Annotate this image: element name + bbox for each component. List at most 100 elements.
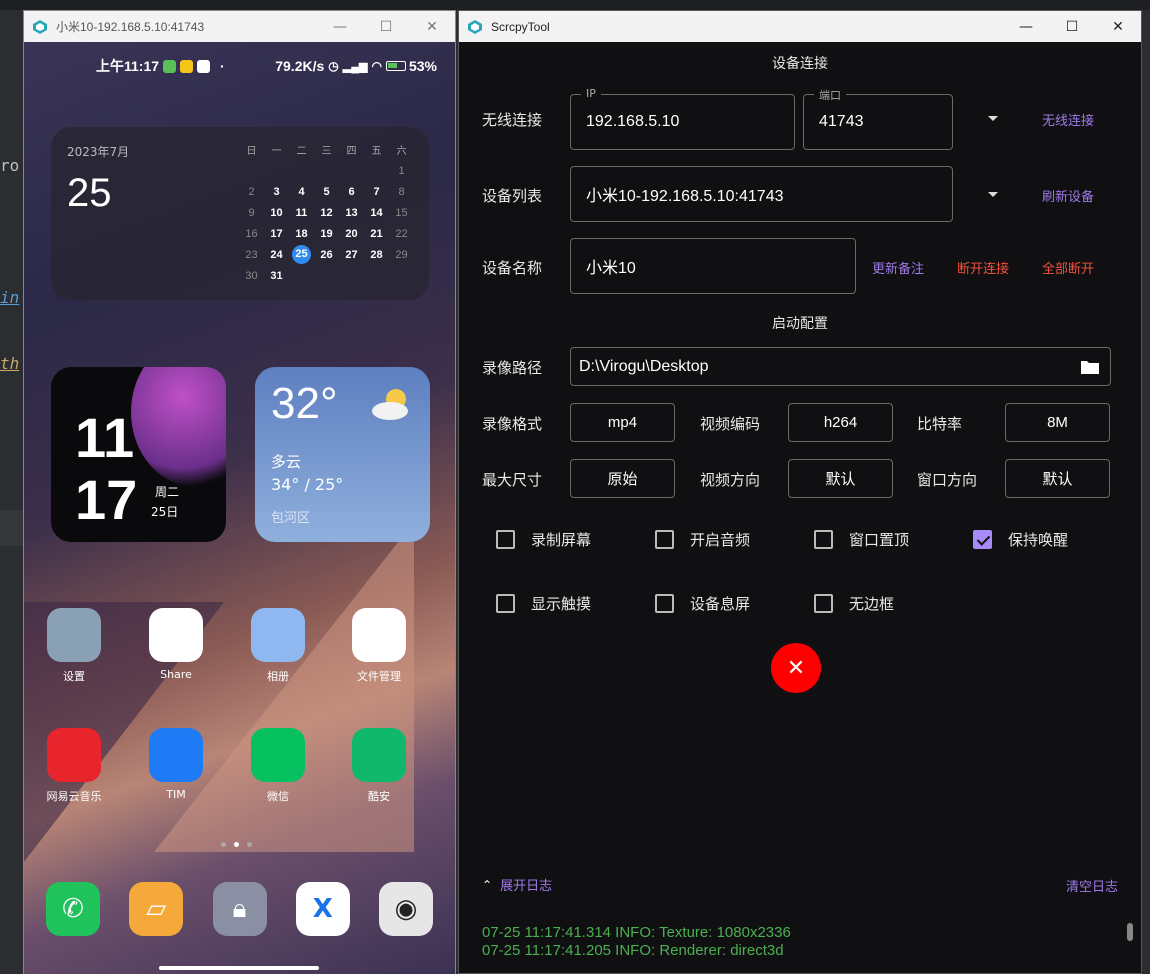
checkbox-icon[interactable]: [814, 530, 833, 549]
folder-icon[interactable]: [1080, 358, 1100, 375]
clock-date: 25日: [151, 505, 179, 519]
x-app-icon[interactable]: X: [295, 882, 350, 936]
ip-value: 192.168.5.10: [586, 113, 680, 130]
wifi-icon: ◠: [371, 59, 382, 73]
checkbox-icon[interactable]: [496, 594, 515, 613]
app-label: Share: [160, 668, 192, 681]
checkbox-option[interactable]: 设备息屏: [655, 593, 750, 614]
tool-window-titlebar[interactable]: ScrcpyTool — ☐ ✕: [459, 11, 1141, 42]
app-coolapk[interactable]: 酷安: [339, 728, 419, 804]
phone-screen[interactable]: 上午11:17 · 79.2K/s ◷ ▂▄▆ ◠ 53% 2023年7月 25…: [24, 42, 455, 974]
lock-app-icon[interactable]: 🔒︎: [212, 882, 267, 936]
home-indicator[interactable]: [159, 966, 319, 970]
notification-icon: [180, 59, 194, 73]
maximize-button[interactable]: ☐: [363, 11, 409, 42]
close-button[interactable]: ✕: [409, 11, 455, 42]
calendar-date: 20: [345, 227, 358, 240]
log-line: 07-25 11:17:41.314 INFO: Texture: 1080x2…: [482, 924, 791, 941]
battery-icon: [385, 61, 406, 71]
video-codec-select[interactable]: h264: [788, 403, 893, 442]
max-size-select[interactable]: 原始: [570, 459, 675, 498]
checkbox-checked-icon[interactable]: [973, 530, 992, 549]
clear-log-link[interactable]: 清空日志: [1066, 876, 1118, 895]
device-list-select[interactable]: 小米10-192.168.5.10:41743: [570, 166, 953, 222]
checkbox-option[interactable]: 窗口置顶: [814, 529, 909, 550]
checkbox-icon[interactable]: [496, 530, 515, 549]
phone-window-titlebar[interactable]: 小米10-192.168.5.10:41743 — ☐ ✕: [24, 11, 455, 42]
app-netease-music[interactable]: 网易云音乐: [34, 728, 114, 804]
checkbox-option[interactable]: 保持唤醒: [973, 529, 1068, 550]
calendar-grid: 日一二三四五六 1 2 3 4 5 6 7 8 9 10 11 12 13 14 15 16 17 18 19 20 21…: [239, 139, 414, 286]
disconnect-all-link[interactable]: 全部断开: [1042, 258, 1094, 277]
app-tim[interactable]: TIM: [136, 728, 216, 801]
notes-app-icon[interactable]: ▱: [129, 882, 184, 936]
checkbox-icon[interactable]: [655, 594, 674, 613]
bitrate-select[interactable]: 8M: [1005, 403, 1110, 442]
expand-log-toggle[interactable]: ⌃ 展开日志: [482, 875, 552, 895]
stop-button[interactable]: ✕: [771, 643, 821, 693]
checkbox-icon[interactable]: [814, 594, 833, 613]
calendar-date: 23: [245, 248, 258, 261]
checkbox-label: 保持唤醒: [1008, 531, 1069, 549]
app-label: 网易云音乐: [46, 790, 102, 803]
phone-app-icon[interactable]: ✆: [46, 882, 100, 936]
device-dropdown-icon[interactable]: [988, 192, 998, 197]
log-line: 07-25 11:17:41.205 INFO: Renderer: direc…: [482, 942, 784, 959]
update-note-link[interactable]: 更新备注: [872, 258, 924, 277]
max-size-label: 最大尺寸: [482, 471, 543, 489]
disconnect-link[interactable]: 断开连接: [957, 258, 1009, 277]
calendar-weekday: 五: [371, 146, 382, 157]
app-folder[interactable]: 文件管理: [339, 608, 419, 684]
page-dot-active: [234, 842, 239, 847]
close-button[interactable]: ✕: [1095, 11, 1141, 42]
minimize-button[interactable]: —: [1003, 11, 1049, 42]
window-orient-select[interactable]: 默认: [1005, 459, 1110, 498]
expand-log-link[interactable]: 展开日志: [500, 875, 552, 894]
weather-widget[interactable]: 32° 多云 34° / 25° 包河区: [255, 367, 430, 542]
clock-widget[interactable]: 11 17 周二 25日: [51, 367, 226, 542]
maximize-button[interactable]: ☐: [1049, 11, 1095, 42]
record-format-select[interactable]: mp4: [570, 403, 675, 442]
wechat-icon: [251, 728, 305, 782]
refresh-devices-link[interactable]: 刷新设备: [1042, 186, 1094, 205]
clock-hour: 11: [75, 406, 135, 469]
more-dot-icon: ·: [220, 58, 225, 74]
history-dropdown-icon[interactable]: [988, 116, 998, 121]
checkbox-option[interactable]: 开启音频: [655, 529, 750, 550]
window-orient-label: 窗口方向: [917, 471, 978, 489]
app-share[interactable]: Share: [136, 608, 216, 681]
device-name-input[interactable]: 小米10: [570, 238, 856, 294]
port-input[interactable]: 端口 41743: [803, 87, 953, 150]
calendar-widget[interactable]: 2023年7月 25 日一二三四五六 1 2 3 4 5 6 7 8 9 10 11 12 13 14 15 1…: [51, 127, 429, 300]
checkbox-label: 显示触摸: [531, 595, 592, 613]
scrcpytool-window[interactable]: ScrcpyTool — ☐ ✕ 设备连接 无线连接 IP 192.168.5.…: [458, 10, 1142, 974]
app-settings[interactable]: 设置: [34, 608, 114, 684]
checkbox-option[interactable]: 显示触摸: [496, 593, 591, 614]
camera-app-icon[interactable]: ◉: [379, 882, 433, 936]
app-label: 相册: [267, 670, 289, 683]
ide-code-fragment: in: [0, 288, 20, 307]
phone-mirror-window[interactable]: 小米10-192.168.5.10:41743 — ☐ ✕ 上午11:17 · …: [23, 10, 456, 974]
minimize-button[interactable]: —: [317, 11, 363, 42]
app-gallery[interactable]: 相册: [238, 608, 318, 684]
video-orient-select[interactable]: 默认: [788, 459, 893, 498]
calendar-date: 27: [345, 248, 358, 261]
device-list-value: 小米10-192.168.5.10:41743: [586, 188, 784, 205]
coolapk-icon: [352, 728, 406, 782]
checkbox-icon[interactable]: [655, 530, 674, 549]
gallery-icon: [251, 608, 305, 662]
calendar-date: 10: [270, 206, 283, 219]
checkbox-option[interactable]: 无边框: [814, 593, 894, 614]
log-scrollbar[interactable]: [1127, 923, 1133, 941]
device-list-label: 设备列表: [482, 187, 543, 205]
checkbox-option[interactable]: 录制屏幕: [496, 529, 591, 550]
ip-input[interactable]: IP 192.168.5.10: [570, 87, 795, 150]
ide-code-fragment: th: [0, 354, 20, 373]
port-legend: 端口: [814, 87, 846, 103]
app-wechat[interactable]: 微信: [238, 728, 318, 804]
signal-icon: ▂▄▆: [342, 60, 368, 73]
settings-icon: [47, 608, 101, 662]
ide-selection: [0, 510, 24, 546]
record-path-input[interactable]: D:\Virogu\Desktop: [570, 347, 1111, 386]
wireless-connect-link[interactable]: 无线连接: [1042, 110, 1094, 129]
